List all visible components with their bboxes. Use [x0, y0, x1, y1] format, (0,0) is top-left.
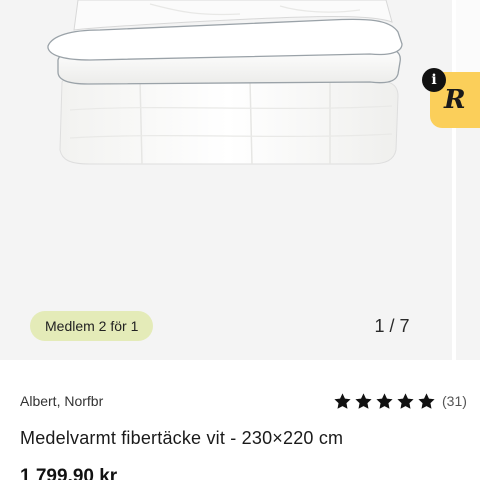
star-icon [418, 392, 435, 409]
reviews-widget[interactable]: R i [420, 68, 480, 128]
star-icon [355, 392, 372, 409]
gallery-next-slide-peek[interactable] [456, 0, 480, 360]
product-rating[interactable]: (31) [333, 390, 467, 412]
member-offer-badge: Medlem 2 för 1 [30, 311, 154, 341]
reviews-logo-letter: R [444, 85, 466, 115]
product-price: 1 799,90 kr [20, 466, 118, 480]
product-image-duvet[interactable] [30, 0, 430, 170]
gallery-slide[interactable]: Medlem 2 för 1 1 / 7 [0, 0, 452, 360]
star-icon [376, 392, 393, 409]
image-counter: 1 / 7 [374, 316, 410, 336]
star-icon [334, 392, 351, 409]
rating-stars [333, 392, 436, 411]
star-icon [397, 392, 414, 409]
product-brand[interactable]: Albert, Norfbr [20, 392, 103, 410]
review-count: (31) [442, 393, 467, 409]
info-icon[interactable]: i [422, 68, 446, 92]
product-title: Medelvarmt fibertäcke vit - 230×220 cm [20, 428, 344, 448]
product-info: Albert, Norfbr (31) Medelvarmt fibertäck… [0, 360, 480, 480]
product-image-gallery[interactable]: Medlem 2 för 1 1 / 7 R i [0, 0, 480, 360]
